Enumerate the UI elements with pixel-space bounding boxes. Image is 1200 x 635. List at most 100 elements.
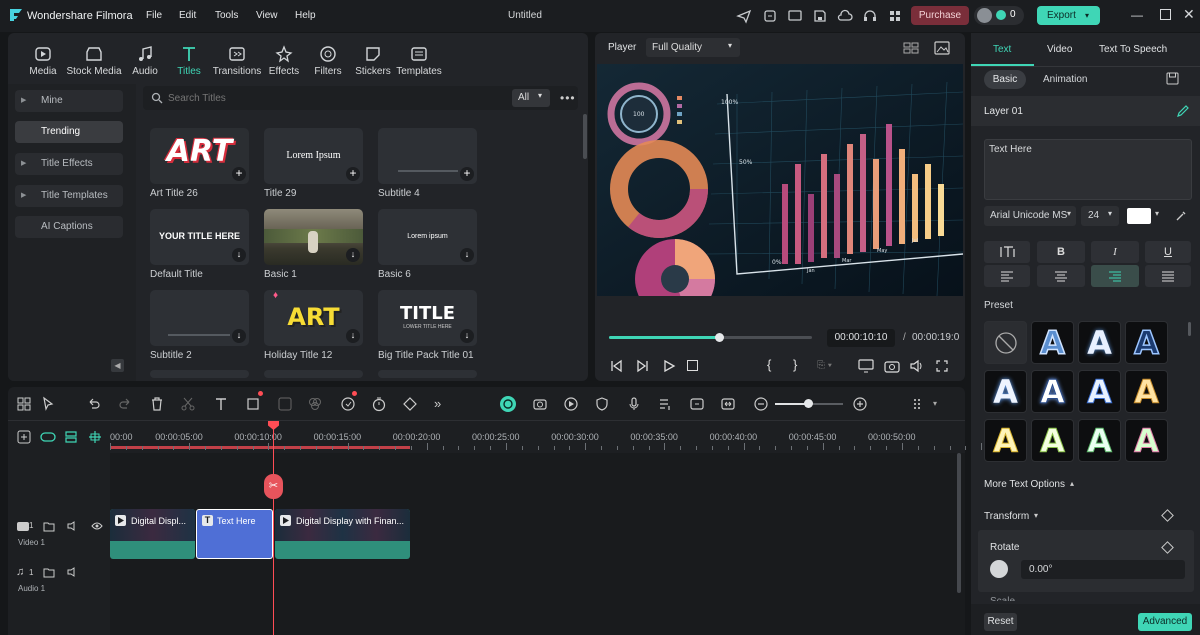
layout-icon[interactable] (16, 396, 32, 412)
mark-out-icon[interactable]: } (793, 357, 797, 372)
preset-yellow[interactable]: A (984, 419, 1027, 462)
transitions-icon[interactable] (228, 45, 246, 63)
title-card-basic-1[interactable]: ↓ (264, 209, 363, 265)
more-text-options[interactable]: More Text Options (984, 479, 1065, 490)
preset-white-blue[interactable]: A (1031, 370, 1074, 413)
font-dropdown[interactable]: Arial Unicode MS (984, 206, 1076, 226)
menu-help[interactable]: Help (295, 10, 316, 21)
current-time[interactable]: 00:00:10:10 (827, 329, 895, 347)
volume-icon[interactable] (909, 359, 925, 373)
download-icon[interactable]: ↓ (460, 329, 474, 343)
add-icon[interactable]: + (460, 167, 474, 181)
audio-mix-icon[interactable] (657, 396, 673, 412)
cloud-upload-icon[interactable] (837, 8, 853, 24)
preset-neon-blue[interactable]: A (984, 370, 1027, 413)
scrollbar[interactable] (1188, 322, 1191, 336)
chevron-down-icon[interactable]: ▾ (933, 399, 937, 408)
effects-icon[interactable] (275, 45, 293, 63)
filter-dropdown[interactable]: All ▾ (512, 89, 550, 107)
color-icon[interactable] (307, 396, 323, 412)
mask-icon[interactable] (277, 396, 293, 412)
maximize-icon[interactable] (1160, 9, 1171, 20)
music-note-icon[interactable] (136, 45, 154, 63)
ai-pen-icon[interactable] (1176, 104, 1190, 118)
templates-icon[interactable] (410, 45, 428, 63)
title-card-subtitle-4[interactable]: + (378, 128, 477, 184)
sidebar-item-title-templates[interactable]: ▶ Title Templates (15, 185, 123, 207)
reset-button[interactable]: Reset (984, 613, 1017, 631)
minimize-icon[interactable]: — (1131, 8, 1143, 22)
align-right-button[interactable] (1091, 265, 1139, 287)
delete-icon[interactable] (149, 396, 165, 412)
more-tools-icon[interactable]: » (434, 396, 441, 411)
grid-view-icon[interactable] (903, 42, 919, 54)
preset-mint[interactable]: A (1078, 419, 1121, 462)
mark-in-icon[interactable]: { (767, 357, 771, 372)
advanced-button[interactable]: Advanced (1138, 613, 1192, 631)
add-icon[interactable]: + (232, 167, 246, 181)
grid-apps-icon[interactable] (887, 8, 903, 24)
link-icon[interactable] (40, 430, 56, 444)
export-button[interactable]: Export ▾ (1037, 6, 1100, 25)
titles-icon[interactable] (180, 45, 198, 63)
snap-icon[interactable] (88, 430, 102, 444)
zoom-out-icon[interactable] (753, 396, 769, 412)
collapse-sidebar-icon[interactable]: ◀ (111, 359, 124, 372)
speed-timer-icon[interactable] (371, 396, 387, 412)
stock-media-icon[interactable] (85, 45, 103, 63)
download-icon[interactable]: ↓ (460, 248, 474, 262)
microphone-icon[interactable] (626, 396, 642, 412)
title-card-subtitle-2[interactable]: ↓ (150, 290, 249, 346)
ai-tools-icon[interactable] (340, 396, 356, 412)
bold-button[interactable]: B (1037, 241, 1085, 263)
shield-icon[interactable] (594, 396, 610, 412)
preset-gold[interactable]: A (1125, 370, 1168, 413)
title-card-art-title-26[interactable]: ART + (150, 128, 249, 184)
preset-white-glow[interactable]: A (1078, 321, 1121, 364)
split-scissors-icon[interactable]: ✂ (264, 474, 283, 499)
folder-icon[interactable] (43, 520, 55, 532)
font-color-swatch[interactable] (1127, 208, 1151, 224)
align-center-button[interactable] (1037, 265, 1085, 287)
sidebar-item-title-effects[interactable]: ▶ Title Effects (15, 153, 123, 175)
stop-icon[interactable] (687, 360, 698, 371)
preset-outline-blue[interactable]: A (1078, 370, 1121, 413)
video-clip[interactable]: Digital Displ... (110, 509, 195, 559)
replace-icon[interactable] (689, 396, 705, 412)
title-card-default-title[interactable]: YOUR TITLE HERE ↓ (150, 209, 249, 265)
effects-add-icon[interactable] (532, 396, 548, 412)
transform-label[interactable]: Transform (984, 511, 1029, 522)
rotate-knob[interactable] (990, 560, 1008, 578)
title-card[interactable] (150, 370, 249, 378)
underline-button[interactable]: U (1145, 241, 1191, 263)
title-card-title-29[interactable]: Lorem Ipsum + (264, 128, 363, 184)
preset-navy-outline[interactable]: A (1125, 321, 1168, 364)
italic-button[interactable]: I (1091, 241, 1139, 263)
playback-progress[interactable] (609, 336, 812, 339)
smart-render-icon[interactable] (500, 396, 516, 412)
save-preset-icon[interactable] (1166, 72, 1179, 85)
subtab-basic[interactable]: Basic (984, 70, 1026, 89)
split-scissors-icon[interactable] (180, 396, 196, 412)
text-content-input[interactable]: Text Here (984, 139, 1192, 200)
media-icon[interactable] (34, 45, 52, 63)
menu-file[interactable]: File (146, 10, 162, 21)
fullscreen-icon[interactable] (935, 359, 949, 373)
chevron-up-icon[interactable]: ▴ (1070, 479, 1074, 488)
font-size-dropdown[interactable]: 24 ▾ (1081, 206, 1119, 226)
account-coins[interactable]: 0 (974, 6, 1024, 25)
camera-icon[interactable] (884, 359, 900, 373)
quality-dropdown[interactable]: Full Quality ▾ (646, 38, 740, 57)
preset-pink-green[interactable]: A (1125, 419, 1168, 462)
stickers-icon[interactable] (364, 45, 382, 63)
play-icon[interactable] (662, 359, 676, 373)
magnet-icon[interactable] (64, 430, 78, 444)
select-cursor-icon[interactable] (41, 396, 57, 412)
scrollbar[interactable] (957, 453, 961, 593)
next-frame-icon[interactable] (636, 359, 650, 373)
rotate-input[interactable]: 0.00° (1021, 560, 1185, 579)
download-icon[interactable]: ↓ (232, 248, 246, 262)
text-clip[interactable]: T Text Here (196, 509, 273, 559)
download-icon[interactable]: ↓ (232, 329, 246, 343)
progress-handle[interactable] (714, 333, 724, 342)
